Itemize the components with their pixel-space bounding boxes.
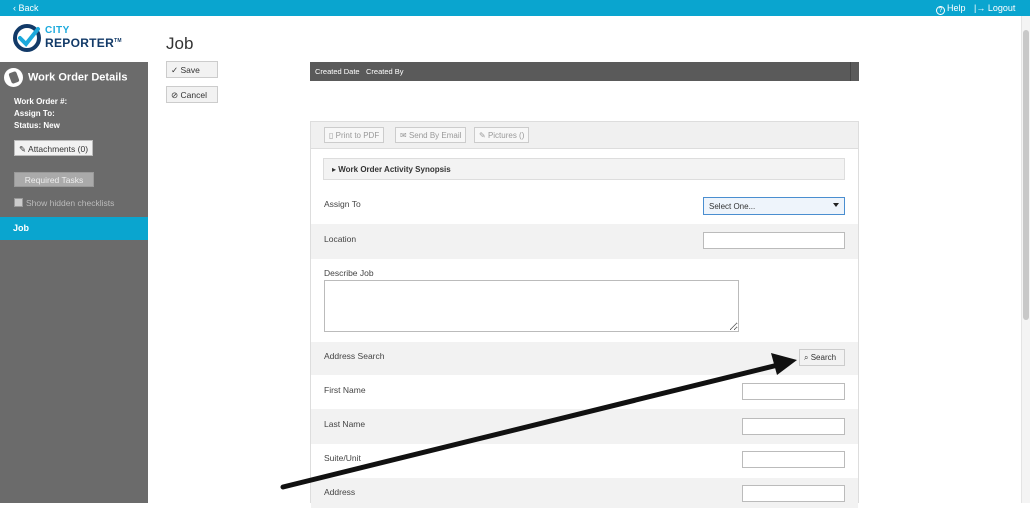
describe-job-label: Describe Job: [324, 268, 374, 278]
show-hidden-label: Show hidden checklists: [26, 198, 115, 208]
logo[interactable]: CITY REPORTERTM: [0, 16, 148, 62]
help-link[interactable]: ? Help: [936, 3, 966, 15]
pictures-label: Pictures (): [487, 131, 525, 140]
cancel-label: Cancel: [180, 90, 207, 100]
check-icon: ✓: [171, 65, 179, 75]
sidebar: CITY REPORTERTM Work Order Details Work …: [0, 16, 148, 503]
print-label: Print to PDF: [335, 131, 380, 140]
help-label: Help: [947, 3, 966, 13]
logo-line1: CITY: [45, 25, 70, 36]
attachments-label: Attachments (0): [28, 144, 89, 154]
suite-unit-label: Suite/Unit: [324, 453, 361, 463]
email-label: Send By Email: [408, 131, 462, 140]
first-name-label: First Name: [324, 385, 366, 395]
row-address-search: Address Search: [311, 342, 858, 375]
location-label: Location: [324, 234, 357, 244]
row-location: Location: [311, 224, 858, 259]
work-order-details-title: Work Order Details: [28, 71, 128, 84]
paperclip-icon: ✎: [19, 144, 27, 154]
back-link[interactable]: ‹ Back: [13, 3, 39, 13]
help-icon: ?: [936, 6, 945, 15]
work-order-status: Status: New: [14, 121, 60, 130]
paperclip-icon: ✎: [479, 131, 486, 140]
column-end: [850, 62, 859, 81]
search-label: Search: [810, 353, 837, 362]
describe-job-textarea[interactable]: [324, 280, 739, 332]
synopsis-label: Work Order Activity Synopsis: [338, 165, 451, 174]
row-last-name: Last Name: [311, 409, 858, 444]
show-hidden-checkbox[interactable]: [14, 198, 23, 207]
back-label: Back: [18, 3, 39, 13]
logout-label: Logout: [987, 3, 1016, 13]
job-form-panel: ▯ Print to PDF ✉ Send By Email ✎ Picture…: [310, 121, 859, 508]
last-name-label: Last Name: [324, 419, 366, 429]
address-search-button[interactable]: ⌕ Search: [799, 349, 845, 366]
column-created-date[interactable]: Created Date: [315, 67, 360, 76]
logo-tm: TM: [114, 38, 122, 44]
history-table-header: Created Date Created By: [310, 62, 859, 81]
search-icon: ⌕: [804, 353, 809, 362]
cancel-button[interactable]: ⊘ Cancel: [166, 86, 218, 103]
last-name-input[interactable]: [742, 418, 845, 435]
page-scrollbar[interactable]: [1021, 16, 1030, 503]
save-label: Save: [180, 65, 200, 75]
logout-link[interactable]: |→ Logout: [974, 3, 1015, 13]
row-address: Address: [311, 478, 858, 508]
logout-icon: |→: [974, 3, 986, 13]
top-bar: ‹ Back ? Help |→ Logout: [0, 0, 1030, 16]
address-input[interactable]: [742, 485, 845, 502]
activity-synopsis-toggle[interactable]: ▸ Work Order Activity Synopsis: [323, 158, 845, 180]
address-label: Address: [324, 487, 356, 497]
address-search-label: Address Search: [324, 351, 385, 361]
column-created-by[interactable]: Created By: [366, 67, 404, 76]
caret-right-icon: ▸: [332, 165, 337, 174]
work-order-assign-to: Assign To:: [14, 109, 55, 118]
show-hidden-checklists[interactable]: Show hidden checklists: [14, 198, 114, 208]
logo-line2: REPORTER: [45, 36, 115, 50]
attachments-button[interactable]: ✎ Attachments (0): [14, 140, 93, 156]
work-order-number: Work Order #:: [14, 97, 68, 106]
dropdown-arrow-icon: [833, 203, 839, 207]
work-order-details-heading: Work Order Details: [4, 68, 127, 87]
print-to-pdf-button[interactable]: ▯ Print to PDF: [324, 127, 385, 143]
work-order-icon: [4, 68, 23, 87]
scrollbar-thumb[interactable]: [1023, 30, 1029, 320]
email-icon: ✉: [400, 131, 407, 140]
page-title: Job: [166, 34, 194, 53]
suite-unit-input[interactable]: [742, 451, 845, 468]
first-name-input[interactable]: [742, 383, 845, 400]
pictures-button[interactable]: ✎ Pictures (): [474, 127, 530, 143]
city-reporter-logo-icon: [13, 24, 41, 52]
work-order-meta: Work Order #: Assign To: Status: New: [14, 96, 67, 132]
assign-to-value: Select One...: [709, 202, 756, 211]
logo-text: CITY REPORTERTM: [45, 25, 122, 49]
cancel-icon: ⊘: [171, 90, 179, 100]
row-suite-unit: Suite/Unit: [311, 444, 858, 478]
sidebar-item-job[interactable]: Job: [0, 217, 148, 240]
required-tasks-button[interactable]: Required Tasks: [14, 172, 94, 187]
assign-to-select[interactable]: Select One...: [703, 197, 845, 215]
send-by-email-button[interactable]: ✉ Send By Email: [395, 127, 467, 143]
pdf-icon: ▯: [329, 131, 334, 140]
assign-to-label: Assign To: [324, 199, 361, 209]
location-input[interactable]: [703, 232, 845, 249]
form-toolbar: ▯ Print to PDF ✉ Send By Email ✎ Picture…: [311, 122, 858, 149]
save-button[interactable]: ✓ Save: [166, 61, 218, 78]
row-first-name: First Name: [311, 375, 858, 409]
